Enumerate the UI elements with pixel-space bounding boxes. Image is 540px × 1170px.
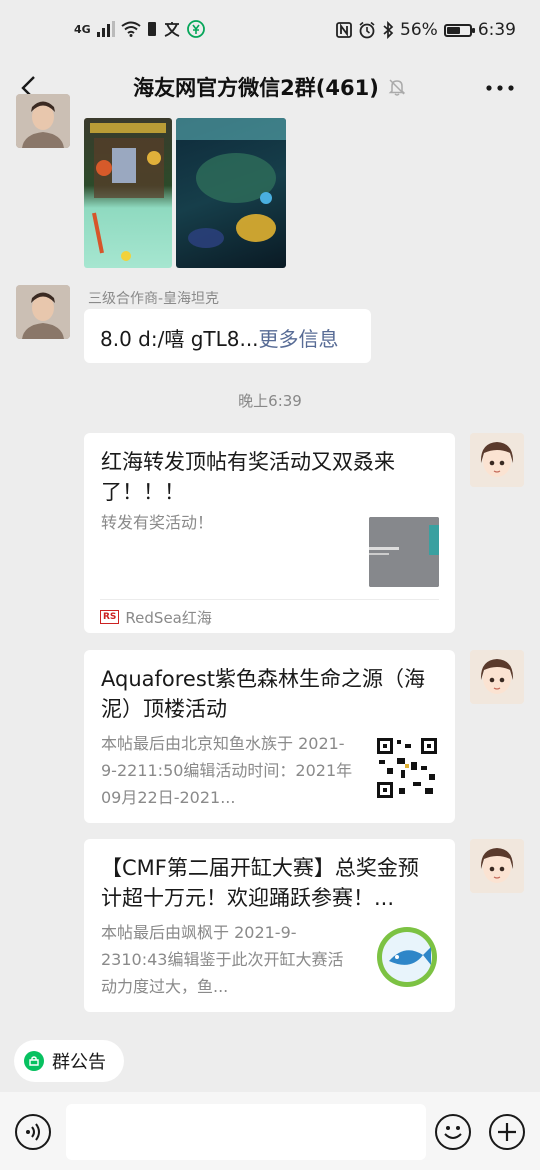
girl-avatar-image [470,433,524,487]
nfc-icon [336,22,352,38]
link-card[interactable]: 【CMF第二届开缸大赛】总奖金预计超十万元！欢迎踊跃参赛！... 本帖最后由飒枫… [84,839,455,1012]
chat-title-container: 海友网官方微信2群(461) [0,72,540,102]
alarm-icon [359,21,375,39]
emoji-icon [444,1126,462,1139]
plus-icon [498,1123,516,1141]
man-avatar-image [16,285,70,339]
battery-percent: 56% [400,20,438,40]
card-title: 红海转发顶帖有奖活动又双叒来了！！！ [101,450,395,504]
network-label: 4G [74,22,91,36]
man-avatar-image [16,94,70,148]
sender-avatar[interactable] [16,285,70,339]
announcement-label: 群公告 [52,1052,106,1073]
more-icon[interactable] [484,74,516,102]
my-avatar[interactable] [470,650,524,704]
text-message-bubble[interactable]: 8.0 d:/嘻 gTL8...更多信息 [84,309,371,363]
input-bar [0,1092,540,1170]
status-bar: 4G 56% 6:39 [0,0,540,64]
announcement-icon [24,1051,44,1071]
sender-avatar[interactable] [16,94,70,148]
image-2-graphic [176,118,286,248]
fish-logo-icon [377,927,437,987]
girl-avatar-image [470,650,524,704]
my-avatar[interactable] [470,433,524,487]
sender-name: 三级合作商-皇海坦克 [88,291,220,307]
source-name: RedSea红海 [125,608,212,627]
message-text: 8.0 d:/嘻 gTL8... [100,327,259,351]
link-card[interactable]: Aquaforest紫色森林生命之源（海泥）顶楼活动 本帖最后由北京知鱼水族于 … [84,650,455,823]
add-button[interactable] [489,1114,525,1150]
girl-avatar-image [470,839,524,893]
card-qr-thumbnail [375,736,439,800]
my-avatar[interactable] [470,839,524,893]
voice-button[interactable] [15,1114,51,1150]
chat-header: 海友网官方微信2群(461) [0,64,540,112]
emoji-button[interactable] [435,1114,471,1150]
card-description: 本帖最后由飒枫于 2021-9-2310:43编辑鉴于此次开缸大赛活动力度过大，… [101,923,344,996]
card-thumbnail [369,517,439,587]
timestamp: 晚上6:39 [238,392,302,410]
voice-icon [26,1123,40,1141]
storage-icon [147,22,156,36]
card-description: 本帖最后由北京知鱼水族于 2021-9-2211:50编辑活动时间：2021年0… [101,734,353,807]
link-card[interactable]: 红海转发顶帖有奖活动又双叒来了！！！ 转发有奖活动！ RS RedSea红海 [84,433,455,633]
mute-bell-icon [388,79,406,96]
more-info-link[interactable]: 更多信息 [259,327,339,351]
qr-code-icon [375,736,439,800]
wifi-icon [121,21,141,37]
source-logo-icon: RS [100,610,120,624]
bluetooth-icon [383,21,394,39]
cellular-signal-icon [96,21,115,37]
battery-fill [446,26,461,34]
image-message[interactable] [84,118,286,268]
card-title: Aquaforest紫色森林生命之源（海泥）顶楼活动 [101,667,426,721]
status-left-icons: 4G [74,20,205,38]
card-source: RS RedSea红海 [100,599,439,634]
chat-title: 海友网官方微信2群(461) [133,76,379,100]
shared-image-1[interactable] [84,118,172,268]
group-announcement-button[interactable]: 群公告 [14,1040,124,1082]
card-title: 【CMF第二届开缸大赛】总奖金预计超十万元！欢迎踊跃参赛！... [101,856,419,910]
message-input[interactable] [66,1104,426,1160]
thumbnail-graphic [369,517,439,587]
translate-icon [164,22,180,37]
image-1-graphic [90,123,166,261]
battery-icon [443,23,475,37]
wechat-pay-icon [186,20,205,38]
clock: 6:39 [477,20,516,40]
card-logo-thumbnail [375,925,439,989]
status-right-icons: 56% 6:39 [336,20,516,40]
card-description: 转发有奖活动！ [101,513,214,532]
shared-image-2[interactable] [176,118,286,268]
